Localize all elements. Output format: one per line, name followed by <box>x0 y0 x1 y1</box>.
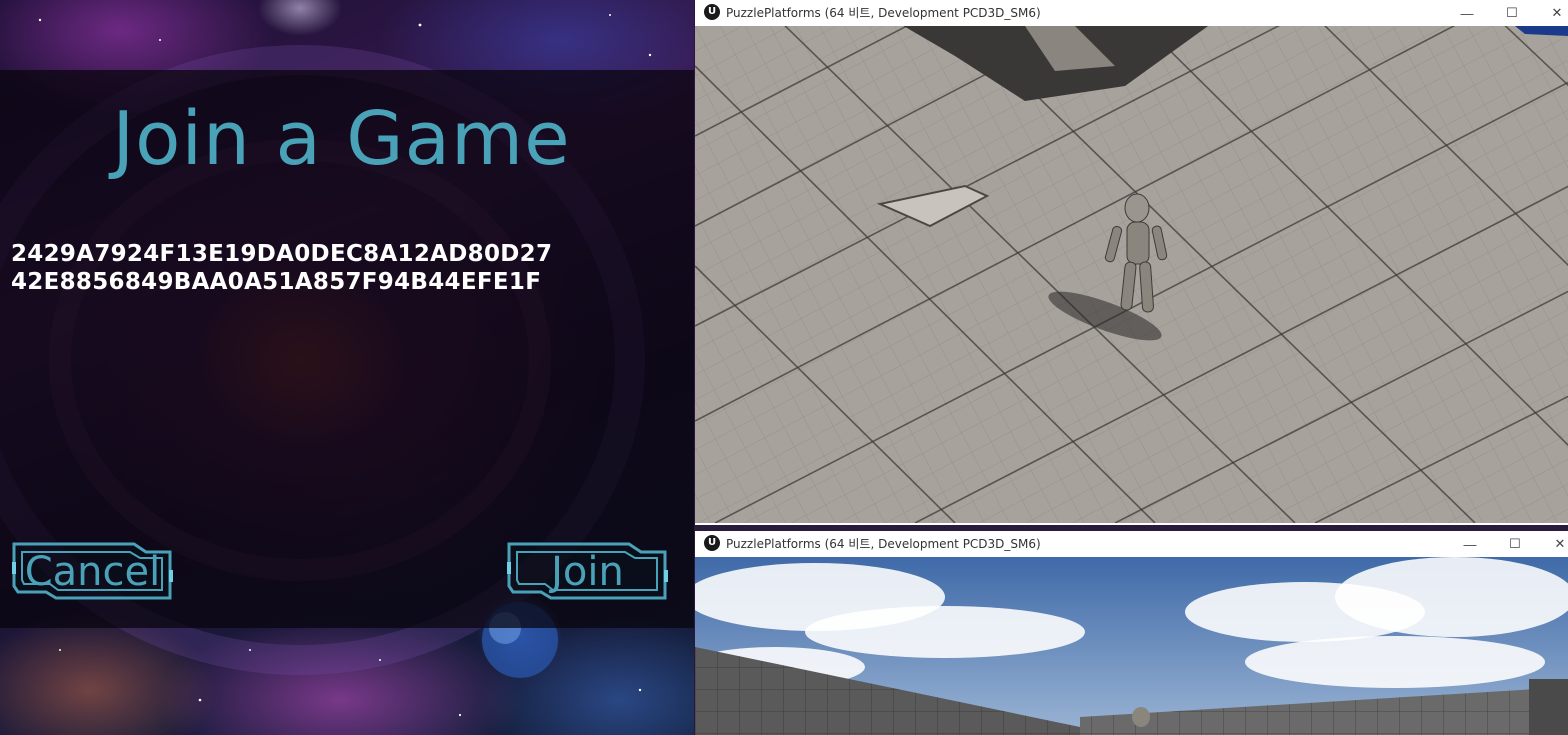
unreal-logo-icon: U <box>704 4 720 20</box>
game-window-1: U PuzzlePlatforms (64 비트, Development PC… <box>694 0 1568 525</box>
menu-title: Join a Game <box>112 96 571 182</box>
mannequin-head <box>1132 707 1150 727</box>
game-viewport[interactable] <box>695 557 1568 735</box>
minimize-button[interactable]: — <box>1447 0 1487 26</box>
minimize-button[interactable]: — <box>1450 531 1490 557</box>
address-line[interactable]: 2429A7924F13E19DA0DEC8A12AD80D27 <box>11 240 631 268</box>
desktop: Join a Game 2429A7924F13E19DA0DEC8A12AD8… <box>0 0 1568 735</box>
window-titlebar[interactable]: U PuzzlePlatforms (64 비트, Development PC… <box>695 531 1568 557</box>
window-title: PuzzlePlatforms (64 비트, Development PCD3… <box>726 6 1041 20</box>
unreal-logo-icon: U <box>704 535 720 551</box>
join-button[interactable]: Join <box>505 540 670 604</box>
sky-walls-scene <box>695 557 1568 735</box>
join-button-label: Join <box>551 549 624 595</box>
cancel-button[interactable]: Cancel <box>10 540 175 604</box>
maximize-button[interactable]: ☐ <box>1495 531 1535 557</box>
close-button[interactable]: ✕ <box>1540 531 1568 557</box>
session-address-list: 2429A7924F13E19DA0DEC8A12AD80D27 42E8856… <box>11 240 631 296</box>
window-titlebar[interactable]: U PuzzlePlatforms (64 비트, Development PC… <box>695 0 1568 26</box>
game-viewport[interactable] <box>695 26 1568 523</box>
maximize-button[interactable]: ☐ <box>1492 0 1532 26</box>
game-window-2: U PuzzlePlatforms (64 비트, Development PC… <box>694 531 1568 735</box>
grid-floor-scene <box>695 26 1568 523</box>
close-button[interactable]: ✕ <box>1537 0 1568 26</box>
cancel-button-label: Cancel <box>24 549 161 595</box>
address-line[interactable]: 42E8856849BAA0A51A857F94B44EFE1F <box>11 268 631 296</box>
window-title: PuzzlePlatforms (64 비트, Development PCD3… <box>726 537 1041 551</box>
